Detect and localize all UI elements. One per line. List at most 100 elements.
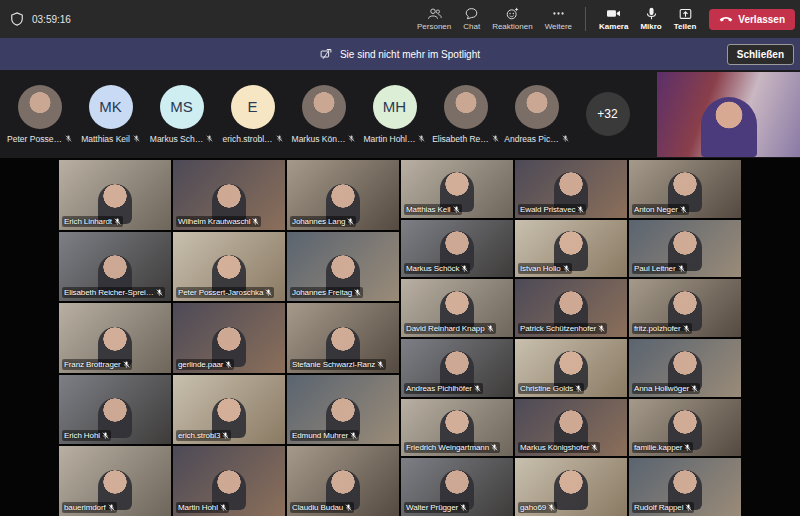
muted-mic-icon (460, 504, 467, 511)
muted-mic-icon (156, 289, 163, 296)
video-grid: Erich Linhardt Wilhelm Krautwaschl Johanne… (0, 158, 800, 516)
muted-mic-icon (276, 135, 283, 142)
muted-mic-icon (222, 432, 229, 439)
video-tile[interactable]: Johannes Lang (287, 160, 399, 230)
participant-avatar[interactable]: Eerich.strobl… (217, 85, 288, 144)
video-tile[interactable]: Andreas Pichlhöfer (401, 339, 513, 397)
video-tile[interactable]: Elisabeth Reicher-Sprei… (59, 232, 171, 302)
video-tile[interactable]: Peter Possert-Jaroschka (173, 232, 285, 302)
video-tile[interactable]: Martin Hohl (173, 446, 285, 516)
participant-avatar[interactable]: MSMarkus Sch… (146, 85, 217, 144)
video-tile[interactable]: Markus Schöck (401, 220, 513, 278)
muted-mic-icon (252, 218, 259, 225)
participant-avatar[interactable]: Markus Kön… (288, 85, 359, 144)
teams-meeting: 03:59:16PersonenChatReaktionenWeitereKam… (0, 0, 800, 516)
muted-mic-icon (418, 135, 425, 142)
spotlight-icon (320, 48, 332, 60)
video-tile[interactable]: Erich Linhardt (59, 160, 171, 230)
video-tile[interactable]: Johannes Freitag (287, 232, 399, 302)
participant-name: Markus Schöck (404, 263, 470, 274)
muted-mic-icon (563, 265, 570, 272)
participant-name: Anna Hollwöger (632, 383, 700, 394)
video-tile[interactable]: Rudolf Rappel (629, 458, 741, 516)
overflow-count[interactable]: +32 (586, 92, 630, 136)
close-button[interactable]: Schließen (727, 44, 794, 65)
video-tile[interactable]: Anton Neger (629, 160, 741, 218)
participant-name: gerlinde.paar (176, 359, 234, 370)
video-tile[interactable]: erich.strobl3 (173, 375, 285, 445)
participant-avatar[interactable]: Andreas Pic… (501, 85, 572, 144)
media-button[interactable]: Teilen (669, 7, 702, 31)
share-icon (678, 7, 693, 20)
muted-mic-icon (591, 444, 598, 451)
video-tile[interactable]: Claudiu Budau (287, 446, 399, 516)
toolbar-button[interactable]: Weitere (540, 7, 577, 31)
photo-avatar (18, 85, 62, 129)
video-tile[interactable]: Ewald Pristavec (515, 160, 627, 218)
video-tile[interactable]: Istvan Hollo (515, 220, 627, 278)
video-tile[interactable]: Erich Hohl (59, 375, 171, 445)
video-tile[interactable]: Paul Leitner (629, 220, 741, 278)
participant-avatar[interactable]: MHMartin Hohl… (359, 85, 430, 144)
video-tile[interactable]: Anna Hollwöger (629, 339, 741, 397)
video-tile[interactable]: Stefanie Schwarzl-Ranz (287, 303, 399, 373)
video-tile[interactable]: Matthias Keil (401, 160, 513, 218)
video-tile[interactable]: Walter Prügger (401, 458, 513, 516)
video-tile[interactable]: Patrick Schützenhofer (515, 279, 627, 337)
muted-mic-icon (347, 218, 354, 225)
participant-name: Ewald Pristavec (518, 204, 586, 215)
muted-mic-icon (348, 135, 355, 142)
leave-button[interactable]: Verlassen (709, 9, 795, 30)
toolbar-button[interactable]: Personen (412, 7, 456, 31)
muted-mic-icon (220, 504, 227, 511)
initials-avatar: MK (89, 85, 133, 129)
video-tile[interactable]: Franz Brottrager (59, 303, 171, 373)
toolbar-button[interactable]: Chat (458, 7, 485, 31)
participant-avatar[interactable]: Peter Posse… (4, 85, 75, 144)
participant-strip: Peter Posse…MKMatthias KeilMSMarkus Sch…… (0, 70, 800, 158)
participant-name: Anton Neger (632, 204, 689, 215)
participant-name: Rudolf Rappel (632, 502, 694, 513)
toolbar-button[interactable]: Reaktionen (487, 7, 537, 31)
muted-mic-icon (683, 325, 690, 332)
participant-name: Christine Golds (518, 383, 584, 394)
participant-name: Elisabeth Reicher-Sprei… (62, 287, 165, 298)
participant-avatar[interactable]: MKMatthias Keil (75, 85, 146, 144)
video-tile[interactable]: Christine Golds (515, 339, 627, 397)
microphone-icon (644, 7, 659, 20)
muted-mic-icon (487, 325, 494, 332)
toolbar-separator (585, 7, 586, 31)
video-tile[interactable]: familie.kapper (629, 399, 741, 457)
muted-mic-icon (474, 385, 481, 392)
muted-mic-icon (133, 135, 140, 142)
video-tile[interactable]: gerlinde.paar (173, 303, 285, 373)
camera-icon (606, 7, 621, 20)
media-button[interactable]: Mikro (635, 7, 666, 31)
muted-mic-icon (114, 218, 121, 225)
reaction-icon (505, 7, 520, 20)
video-tile[interactable]: Edmund Muhrer (287, 375, 399, 445)
muted-mic-icon (680, 206, 687, 213)
participant-name: Johannes Freitag (290, 287, 363, 298)
muted-mic-icon (492, 135, 499, 142)
participant-name: familie.kapper (632, 442, 693, 453)
media-button[interactable]: Kamera (594, 7, 633, 31)
muted-mic-icon (123, 361, 130, 368)
initials-avatar: E (231, 85, 275, 129)
video-tile[interactable]: Wilhelm Krautwaschl (173, 160, 285, 230)
video-tile[interactable]: fritz.polzhofer (629, 279, 741, 337)
video-tile[interactable]: Friedrich Weingartmann (401, 399, 513, 457)
participant-avatar[interactable]: Elisabeth Re… (430, 85, 501, 144)
shield-icon (10, 12, 24, 26)
participant-name: David Reinhard Knapp (404, 323, 496, 334)
photo-avatar (444, 85, 488, 129)
muted-mic-icon (548, 504, 555, 511)
video-tile[interactable]: David Reinhard Knapp (401, 279, 513, 337)
video-tile[interactable]: gaho69 (515, 458, 627, 516)
muted-mic-icon (108, 504, 115, 511)
participant-name: Erich Linhardt (62, 216, 123, 227)
participant-name: Johannes Lang (290, 216, 356, 227)
video-tile[interactable]: bauerimdorf (59, 446, 171, 516)
video-tile[interactable]: Markus Königshofer (515, 399, 627, 457)
participant-name: Wilhelm Krautwaschl (176, 216, 261, 227)
